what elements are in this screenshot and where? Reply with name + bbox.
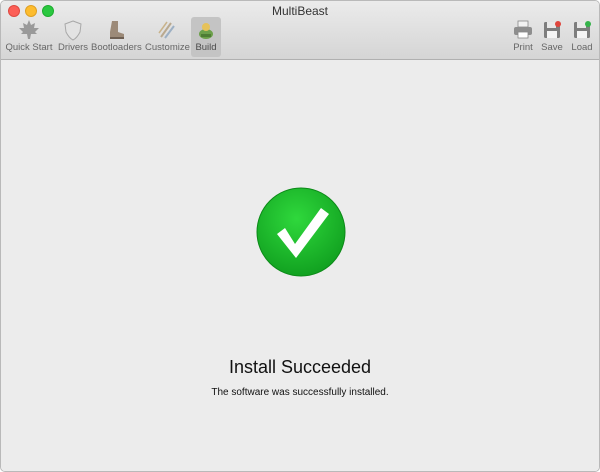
load-icon	[571, 19, 593, 41]
boot-icon	[105, 19, 127, 41]
printer-icon	[512, 19, 534, 41]
app-window: MultiBeast Quick Start Drivers Bootloade…	[0, 0, 600, 472]
maple-leaf-icon	[18, 19, 40, 41]
toolbar-print-label: Print	[513, 42, 533, 53]
toolbar-drivers-label: Drivers	[57, 42, 89, 53]
paintbrush-icon	[156, 19, 178, 41]
toolbar-customize-label: Customize	[145, 42, 190, 53]
toolbar-save-button[interactable]: Save	[539, 17, 565, 57]
install-status-title: Install Succeeded	[228, 357, 372, 377]
build-icon	[195, 19, 217, 41]
toolbar-bootloaders-button[interactable]: Bootloaders	[91, 17, 142, 57]
toolbar-customize-button[interactable]: Customize	[145, 17, 190, 57]
toolbar-quick-start-button[interactable]: Quick Start	[5, 17, 53, 57]
checkmark-icon	[255, 186, 347, 278]
window-title: MultiBeast	[271, 4, 329, 18]
shield-icon	[62, 19, 84, 41]
build-result-panel: Install Succeeded The software was succe…	[1, 60, 599, 471]
toolbar-save-label: Save	[541, 42, 563, 53]
toolbar-load-button[interactable]: Load	[569, 17, 595, 57]
toolbar-quick-start-label: Quick Start	[5, 42, 53, 53]
toolbar-load-label: Load	[571, 42, 593, 53]
toolbar-print-button[interactable]: Print	[509, 17, 537, 57]
save-icon	[541, 19, 563, 41]
toolbar-bootloaders-label: Bootloaders	[91, 42, 142, 53]
toolbar-build-button[interactable]: Build	[191, 17, 221, 57]
titlebar-toolbar: MultiBeast Quick Start Drivers Bootloade…	[1, 1, 599, 60]
install-status-message: The software was successfully installed.	[211, 387, 389, 398]
toolbar-build-label: Build	[195, 42, 217, 53]
toolbar-drivers-button[interactable]: Drivers	[56, 17, 90, 57]
